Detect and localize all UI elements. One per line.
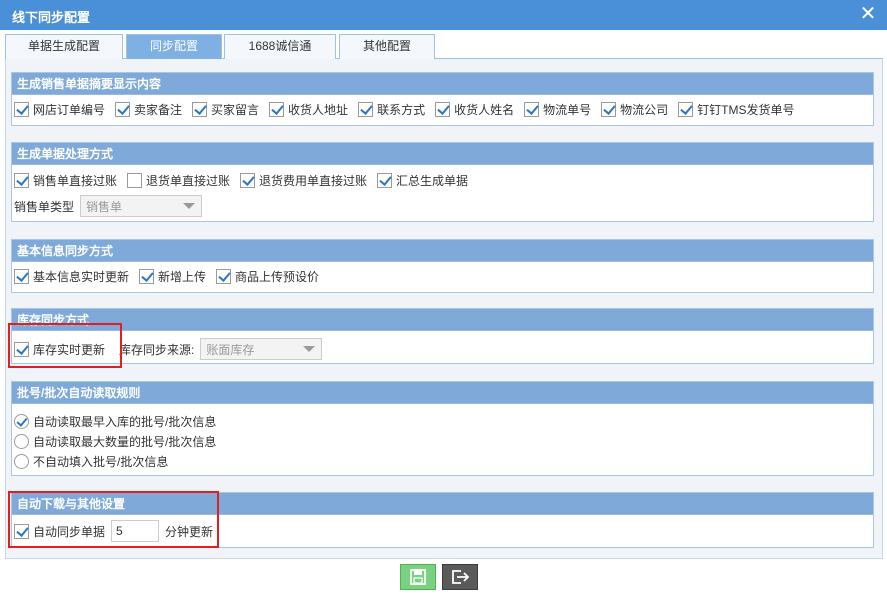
tab-sync-config[interactable]: 同步配置	[126, 34, 222, 59]
checkbox[interactable]	[192, 101, 208, 117]
option-preset-price-upload[interactable]: 商品上传预设价	[216, 266, 319, 286]
checkbox[interactable]	[14, 101, 29, 117]
summary-option-receiver-name[interactable]: 收货人姓名	[435, 99, 514, 119]
checkbox[interactable]	[678, 101, 694, 117]
radio[interactable]	[14, 413, 29, 429]
exit-icon	[452, 570, 470, 584]
processing-section-title: 生成单据处理方式	[12, 143, 873, 165]
summary-options: 网店订单编号 卖家备注 买家留言 收货人地址 联系方式 收货人姓名 物流单号 物…	[14, 99, 805, 119]
checkbox[interactable]	[377, 172, 393, 188]
summary-option-contact[interactable]: 联系方式	[358, 99, 425, 119]
checkbox[interactable]	[14, 268, 29, 284]
checkbox[interactable]	[240, 172, 256, 188]
batch-rule-options: 自动读取最早入库的批号/批次信息 自动读取最大数量的批号/批次信息 不自动填入批…	[14, 411, 227, 471]
tab-other-config[interactable]: 其他配置	[339, 34, 435, 59]
sales-type-select[interactable]: 销售单	[80, 195, 203, 217]
highlight-box	[8, 323, 122, 368]
summary-option-tracking-no[interactable]: 物流单号	[524, 99, 591, 119]
chevron-down-icon	[183, 203, 196, 209]
option-summary-generate[interactable]: 汇总生成单据	[377, 170, 468, 190]
summary-option-buyer-message[interactable]: 买家留言	[192, 99, 259, 119]
tab-1688[interactable]: 1688诚信通	[224, 34, 336, 59]
summary-option-receiver-address[interactable]: 收货人地址	[269, 99, 348, 119]
checkbox[interactable]	[269, 101, 285, 117]
window-titlebar: 线下同步配置 ✕	[0, 0, 887, 30]
basic-sync-options: 基本信息实时更新 新增上传 商品上传预设价	[14, 266, 330, 286]
close-icon[interactable]: ✕	[857, 3, 879, 25]
batch-rule-section-title: 批号/批次自动读取规则	[12, 382, 873, 404]
checkbox[interactable]	[14, 172, 29, 188]
checkbox[interactable]	[358, 101, 374, 117]
batch-option-none[interactable]: 不自动填入批号/批次信息	[14, 451, 168, 471]
option-basic-realtime[interactable]: 基本信息实时更新	[14, 266, 129, 286]
option-sales-direct-post[interactable]: 销售单直接过账	[14, 170, 117, 190]
stock-source-value: 账面库存	[206, 342, 255, 357]
batch-option-largest[interactable]: 自动读取最大数量的批号/批次信息	[14, 431, 216, 451]
checkbox[interactable]	[524, 101, 540, 117]
save-icon	[410, 569, 426, 585]
checkbox[interactable]	[216, 268, 232, 284]
option-return-direct-post[interactable]: 退货单直接过账	[127, 170, 230, 190]
processing-options: 销售单直接过账 退货单直接过账 退货费用单直接过账 汇总生成单据	[14, 170, 479, 190]
sales-type-value: 销售单	[86, 199, 123, 214]
summary-option-seller-remark[interactable]: 卖家备注	[115, 99, 182, 119]
checkbox[interactable]	[139, 268, 155, 284]
summary-section-title: 生成销售单据摘要显示内容	[12, 73, 873, 95]
tab-bar: 单据生成配置 同步配置 1688诚信通 其他配置	[5, 34, 883, 59]
save-button[interactable]	[400, 564, 436, 590]
radio[interactable]	[14, 433, 29, 449]
basic-sync-section-title: 基本信息同步方式	[12, 240, 873, 262]
chevron-down-icon	[303, 346, 316, 352]
summary-option-dingtalk-tms[interactable]: 钉钉TMS发货单号	[678, 99, 794, 119]
option-return-fee-direct-post[interactable]: 退货费用单直接过账	[240, 170, 367, 190]
radio[interactable]	[14, 453, 29, 469]
tab-document-generation[interactable]: 单据生成配置	[5, 34, 123, 59]
stock-source-label: 库存同步来源:	[119, 342, 195, 357]
option-new-upload[interactable]: 新增上传	[139, 266, 206, 286]
stock-sync-section-title: 库存同步方式	[12, 309, 873, 331]
batch-option-earliest[interactable]: 自动读取最早入库的批号/批次信息	[14, 411, 216, 431]
checkbox[interactable]	[115, 101, 131, 117]
summary-option-logistics-company[interactable]: 物流公司	[601, 99, 668, 119]
sales-type-label: 销售单类型	[14, 199, 75, 214]
sales-type-row: 销售单类型 销售单	[14, 195, 203, 217]
exit-button[interactable]	[442, 564, 478, 590]
highlight-box	[8, 491, 219, 548]
checkbox[interactable]	[127, 172, 143, 188]
window-title: 线下同步配置	[12, 10, 91, 25]
checkbox[interactable]	[435, 101, 451, 117]
summary-option-order-no[interactable]: 网店订单编号	[14, 99, 105, 119]
stock-source-select[interactable]: 账面库存	[200, 338, 323, 360]
checkbox[interactable]	[601, 101, 617, 117]
